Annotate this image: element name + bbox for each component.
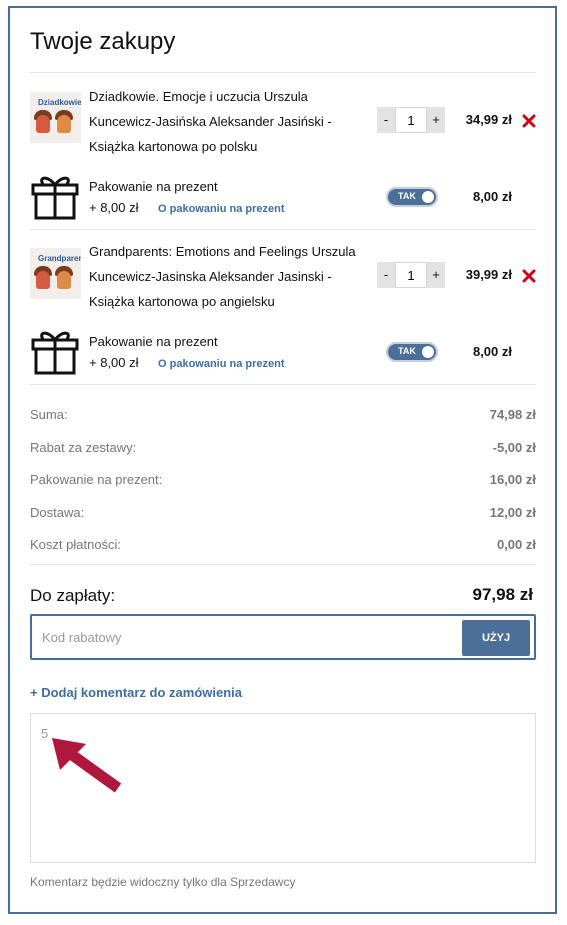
cart-title: Twoje zakupy bbox=[30, 28, 176, 55]
summary-row-payment-cost: Koszt płatności: 0,00 zł bbox=[30, 537, 536, 552]
thumbnail-title: Grandparents bbox=[38, 254, 81, 263]
gift-wrap-extra: + 8,00 zł bbox=[89, 200, 139, 215]
cart-panel: Twoje zakupy Dziadkowie Dziadkowie. Emoc… bbox=[8, 6, 557, 914]
product-name[interactable]: Dziadkowie. Emocje i uczucia Urszula Kun… bbox=[89, 84, 359, 159]
summary-row-subtotal: Suma: 74,98 zł bbox=[30, 407, 536, 422]
total-label: Do zapłaty: bbox=[30, 586, 116, 605]
coupon-input[interactable] bbox=[42, 626, 442, 648]
comment-visibility-note: Komentarz będzie widoczny tylko dla Sprz… bbox=[30, 875, 296, 889]
gift-icon bbox=[31, 176, 79, 220]
apply-coupon-button[interactable]: UŻYJ bbox=[462, 620, 530, 656]
gift-wrap-title: Pakowanie na prezent bbox=[89, 179, 218, 194]
gift-wrap-title: Pakowanie na prezent bbox=[89, 334, 218, 349]
product-thumbnail[interactable]: Grandparents bbox=[30, 248, 81, 299]
divider bbox=[30, 72, 536, 73]
gift-wrap-price: 8,00 zł bbox=[472, 344, 512, 359]
product-name[interactable]: Grandparents: Emotions and Feelings Ursz… bbox=[89, 239, 379, 314]
divider bbox=[30, 229, 536, 230]
gift-icon bbox=[31, 331, 79, 375]
coupon-field: UŻYJ bbox=[30, 614, 536, 660]
gift-wrap-info-link[interactable]: O pakowaniu na prezent bbox=[158, 203, 285, 215]
product-thumbnail[interactable]: Dziadkowie bbox=[30, 92, 81, 143]
thumbnail-title: Dziadkowie bbox=[38, 98, 81, 107]
divider bbox=[30, 564, 536, 565]
summary-row-delivery: Dostawa: 12,00 zł bbox=[30, 505, 536, 520]
add-comment-link[interactable]: + Dodaj komentarz do zamówienia bbox=[30, 685, 242, 700]
remove-icon[interactable] bbox=[522, 269, 536, 283]
total-value: 97,98 zł bbox=[472, 585, 534, 604]
gift-wrap-price: 8,00 zł bbox=[472, 189, 512, 204]
summary-row-gift-wrap: Pakowanie na prezent: 16,00 zł bbox=[30, 472, 536, 487]
gift-wrap-extra: + 8,00 zł bbox=[89, 355, 139, 370]
divider bbox=[30, 384, 536, 385]
summary-row-set-discount: Rabat za zestawy: -5,00 zł bbox=[30, 440, 536, 455]
remove-icon[interactable] bbox=[522, 114, 536, 128]
product-price: 39,99 zł bbox=[465, 267, 512, 282]
gift-wrap-info-link[interactable]: O pakowaniu na prezent bbox=[158, 358, 285, 370]
product-price: 34,99 zł bbox=[465, 112, 512, 127]
comment-textarea[interactable]: 5 bbox=[31, 714, 535, 862]
comment-box: 5 bbox=[30, 713, 536, 863]
